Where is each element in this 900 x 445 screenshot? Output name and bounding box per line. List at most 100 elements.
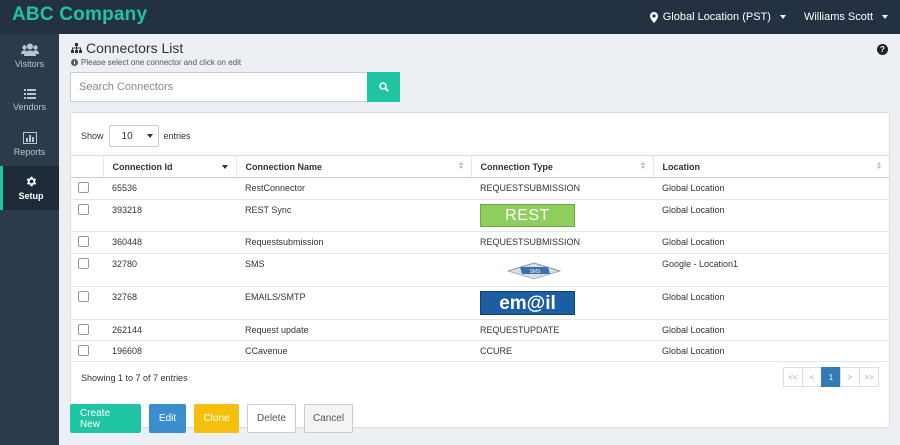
search-button[interactable] (367, 72, 400, 102)
sms-logo-text: SMS (530, 269, 542, 275)
column-header-connection-id[interactable]: Connection Id (102, 155, 236, 178)
chevron-down-icon (146, 134, 153, 138)
table-row[interactable]: 32780 SMS SMS Google - Location1 (71, 253, 889, 287)
sidebar-item-reports[interactable]: Reports (0, 122, 59, 166)
column-header-connection-name[interactable]: Connection Name (235, 155, 471, 178)
user-name: Williams Scott (803, 11, 873, 23)
table-row[interactable]: 65536 RestConnector REQUESTSUBMISSION Gl… (71, 177, 889, 200)
user-menu[interactable]: Williams Scott (804, 11, 888, 23)
cell-connection-name: Request update (236, 319, 471, 341)
sort-icon (458, 162, 463, 169)
clone-button[interactable]: Clone (194, 404, 239, 433)
cell-connection-type: REQUESTUPDATE (471, 319, 653, 341)
cell-connection-id: 393218 (103, 199, 236, 232)
search-input[interactable] (70, 72, 367, 102)
cell-connection-id: 262144 (103, 319, 236, 341)
cell-connection-type: REQUESTSUBMISSION (471, 177, 653, 200)
sidebar-item-vendors[interactable]: Vendors (0, 78, 59, 122)
search-icon (378, 82, 389, 92)
page-first-button[interactable]: << (783, 367, 803, 387)
length-entries-label: entries (163, 131, 191, 141)
top-right-menu: Global Location (PST) Williams Scott (649, 0, 888, 34)
brand-logo[interactable]: ABC Company (12, 4, 147, 26)
cell-connection-name: EMAILS/SMTP (236, 286, 471, 320)
sidebar-item-visitors[interactable]: Visitors (0, 34, 59, 78)
cell-connection-id: 32780 (103, 253, 236, 287)
sort-icon (877, 162, 881, 169)
cell-connection-type: REQUESTSUBMISSION (471, 231, 653, 254)
cell-connection-id: 32768 (103, 286, 236, 320)
row-checkbox[interactable] (78, 345, 89, 356)
table-row[interactable]: 360448 Requestsubmission REQUESTSUBMISSI… (71, 231, 889, 254)
page-subtitle-text: Please select one connector and click on… (81, 58, 242, 67)
page-prev-button[interactable]: < (802, 367, 822, 387)
row-checkbox[interactable] (78, 258, 89, 269)
bar-chart-icon (22, 131, 37, 144)
chevron-down-icon (882, 15, 888, 19)
cell-connection-name: RestConnector (236, 177, 471, 200)
row-checkbox[interactable] (78, 182, 89, 193)
cell-location: Global Location (653, 231, 889, 254)
column-header-location[interactable]: Location (652, 155, 889, 178)
sidebar-item-label: Visitors (14, 59, 45, 69)
row-checkbox[interactable] (78, 324, 89, 335)
table-row[interactable]: 196608 CCavenue CCURE Global Location (71, 340, 889, 362)
length-show-label: Show (81, 131, 104, 141)
cell-connection-id: 360448 (103, 231, 236, 254)
cell-location: Global Location (653, 177, 889, 200)
map-marker-icon (649, 11, 658, 23)
cancel-button[interactable]: Cancel (304, 404, 353, 433)
list-icon (23, 88, 36, 99)
entries-select-value: 10 (121, 130, 133, 142)
cell-location: Global Location (653, 340, 889, 362)
chevron-down-icon (779, 15, 786, 19)
cell-location: Global Location (653, 319, 889, 341)
sms-logo: SMS (506, 262, 562, 280)
gear-icon (26, 176, 36, 187)
cell-location: Google - Location1 (653, 253, 889, 287)
cell-connection-type: SMS (471, 253, 653, 287)
sitemap-icon (71, 43, 82, 53)
page-current-button[interactable]: 1 (821, 367, 841, 387)
edit-button[interactable]: Edit (149, 404, 186, 433)
cell-connection-id: 196608 (103, 340, 236, 362)
connectors-panel: Show 10 entries Connection Id Connection… (70, 112, 890, 428)
column-header-connection-type[interactable]: Connection Type (470, 155, 653, 178)
sidebar-item-label: Reports (13, 146, 46, 157)
table-row[interactable]: 32768 EMAILS/SMTP em@il Global Location (71, 286, 889, 320)
row-checkbox[interactable] (78, 236, 89, 247)
entries-length-control: Show 10 entries (81, 125, 191, 147)
cell-connection-name: Requestsubmission (236, 231, 471, 254)
cell-location: Global Location (653, 286, 889, 320)
cell-connection-name: CCavenue (236, 340, 471, 362)
main-content: Connectors List Please select one connec… (59, 34, 900, 445)
select-column-header (71, 155, 103, 178)
sidebar: Visitors Vendors Reports Setup (0, 34, 59, 445)
table-row[interactable]: 262144 Request update REQUESTUPDATE Glob… (71, 319, 889, 341)
row-checkbox[interactable] (78, 291, 89, 302)
action-buttons: Create New Edit Clone Delete Cancel (70, 404, 353, 433)
location-selector[interactable]: Global Location (PST) (649, 11, 786, 23)
row-checkbox[interactable] (78, 204, 89, 215)
sidebar-item-label: Setup (18, 191, 44, 201)
create-new-button[interactable]: Create New (70, 404, 141, 433)
pagination: << < 1 > >> (783, 367, 879, 387)
page-last-button[interactable]: >> (859, 367, 879, 387)
page-next-button[interactable]: > (840, 367, 860, 387)
table-header-row: Connection Id Connection Name Connection… (71, 155, 889, 178)
cell-location: Global Location (653, 199, 889, 232)
entries-select[interactable]: 10 (108, 125, 159, 147)
cell-connection-id: 65536 (103, 177, 236, 200)
table-info: Showing 1 to 7 of 7 entries (81, 373, 188, 383)
cell-connection-name: SMS (236, 253, 471, 287)
page-title: Connectors List (71, 40, 183, 56)
connectors-table: Connection Id Connection Name Connection… (71, 155, 889, 362)
email-logo: em@il (480, 291, 575, 315)
page-subtitle: Please select one connector and click on… (71, 58, 241, 67)
sort-icon (640, 162, 645, 169)
sidebar-item-setup[interactable]: Setup (0, 166, 59, 210)
delete-button[interactable]: Delete (247, 404, 296, 433)
table-row[interactable]: 393218 REST Sync REST Global Location (71, 199, 889, 232)
cell-connection-type: em@il (471, 286, 653, 320)
help-icon[interactable]: ? (877, 44, 888, 55)
